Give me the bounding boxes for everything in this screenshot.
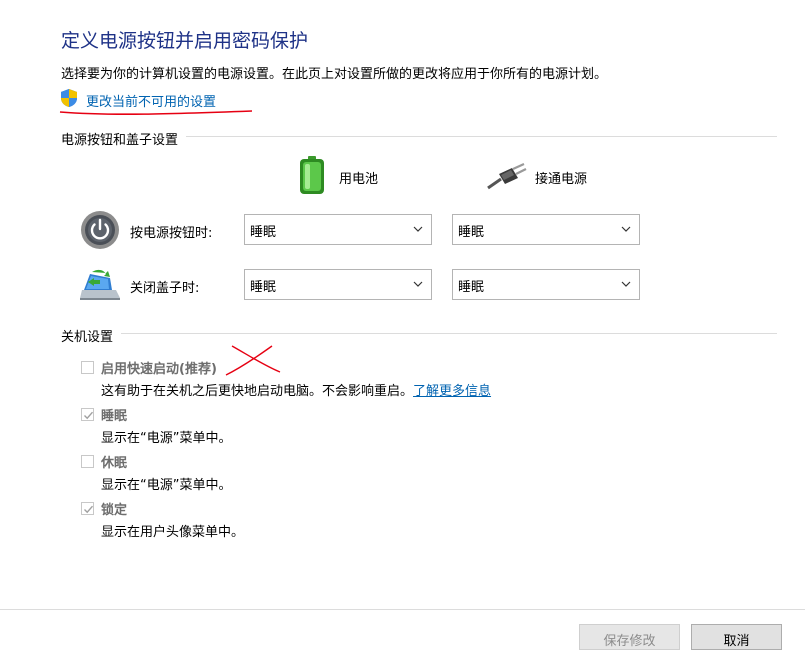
red-underline-stroke xyxy=(59,110,253,116)
column-on-battery: 用电池 xyxy=(339,172,379,187)
battery-icon xyxy=(297,155,327,195)
power-plug-icon xyxy=(487,162,527,190)
lid-close-plugged-select[interactable]: 睡眠 xyxy=(452,269,640,300)
chevron-down-icon xyxy=(413,226,423,232)
lid-close-battery-select[interactable]: 睡眠 xyxy=(244,269,432,300)
lock-checkbox[interactable] xyxy=(81,502,94,515)
learn-more-link[interactable]: 了解更多信息 xyxy=(413,384,491,399)
checkmark-icon xyxy=(84,411,94,420)
hibernate-label: 休眠 xyxy=(101,456,128,471)
uac-shield-icon xyxy=(59,88,79,108)
laptop-lid-icon xyxy=(78,268,122,304)
power-button-row-label: 按电源按钮时: xyxy=(130,226,213,241)
shutdown-section-label: 关机设置 xyxy=(61,326,122,345)
fast-startup-desc-text: 这有助于在关机之后更快地启动电脑。不会影响重启。 xyxy=(101,384,414,399)
checkmark-icon xyxy=(84,505,94,514)
fast-startup-checkbox[interactable] xyxy=(81,361,94,374)
column-plugged-in: 接通电源 xyxy=(535,172,588,187)
sleep-checkbox[interactable] xyxy=(81,408,94,421)
power-button-plugged-select[interactable]: 睡眠 xyxy=(452,214,640,245)
select-value: 睡眠 xyxy=(250,225,277,240)
lock-description: 显示在用户头像菜单中。 xyxy=(101,525,245,540)
change-unavailable-settings-link[interactable]: 更改当前不可用的设置 xyxy=(86,91,216,110)
power-button-battery-select[interactable]: 睡眠 xyxy=(244,214,432,245)
select-value: 睡眠 xyxy=(458,225,485,240)
fast-startup-description: 这有助于在关机之后更快地启动电脑。不会影响重启。了解更多信息 xyxy=(101,380,491,399)
page-title: 定义电源按钮并启用密码保护 xyxy=(61,30,309,52)
chevron-down-icon xyxy=(413,281,423,287)
chevron-down-icon xyxy=(621,281,631,287)
hibernate-checkbox[interactable] xyxy=(81,455,94,468)
power-button-icon xyxy=(80,210,120,250)
select-value: 睡眠 xyxy=(250,280,277,295)
save-changes-button[interactable]: 保存修改 xyxy=(579,624,680,650)
lid-close-row-label: 关闭盖子时: xyxy=(130,281,200,296)
cancel-button[interactable]: 取消 xyxy=(691,624,782,650)
select-value: 睡眠 xyxy=(458,280,485,295)
red-cross-stroke-1 xyxy=(231,345,281,373)
chevron-down-icon xyxy=(621,226,631,232)
fast-startup-label: 启用快速启动(推荐) xyxy=(101,362,217,377)
power-section-label: 电源按钮和盖子设置 xyxy=(61,129,187,148)
page-description: 选择要为你的计算机设置的电源设置。在此页上对设置所做的更改将应用于你所有的电源计… xyxy=(61,67,608,82)
shutdown-section-divider xyxy=(61,333,777,334)
sleep-description: 显示在“电源”菜单中。 xyxy=(101,431,232,446)
footer-divider xyxy=(0,609,805,610)
red-cross-stroke-2 xyxy=(225,345,273,376)
lock-label: 锁定 xyxy=(101,503,128,518)
hibernate-description: 显示在“电源”菜单中。 xyxy=(101,478,232,493)
sleep-label: 睡眠 xyxy=(101,409,128,424)
